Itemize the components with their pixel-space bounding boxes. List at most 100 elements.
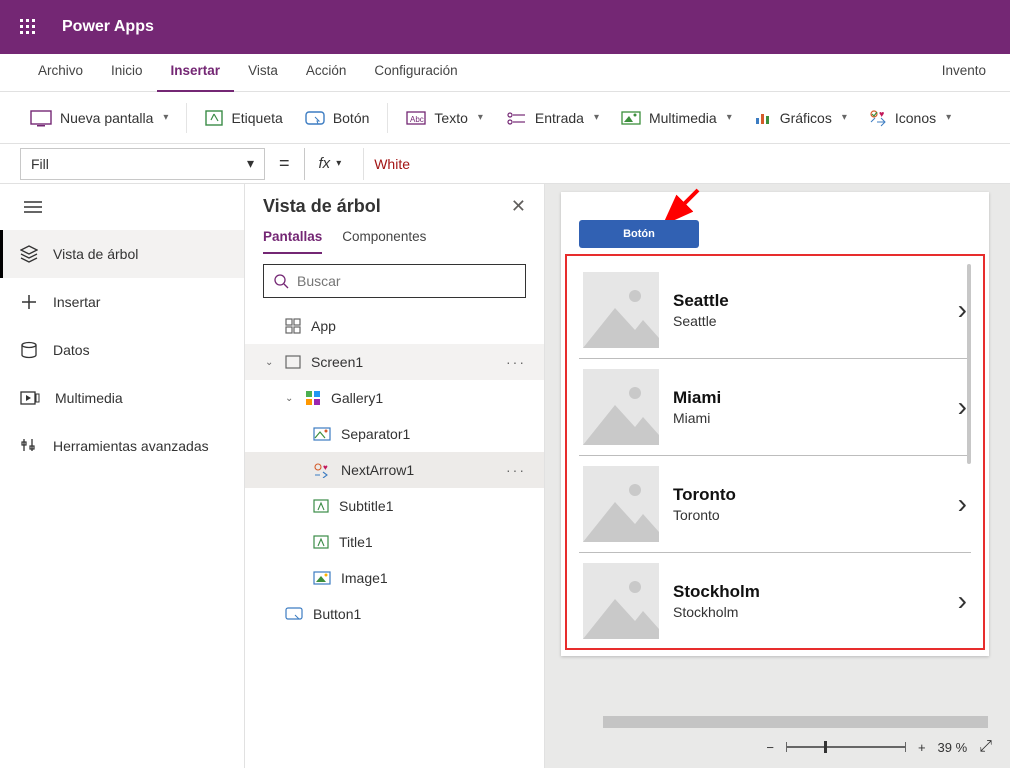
app-launcher-icon[interactable] [20, 19, 36, 35]
screen-icon [30, 109, 52, 127]
tree-pane: Vista de árbol ✕ Pantallas Componentes A… [245, 184, 545, 768]
separator-icon [313, 427, 331, 441]
gallery-item-title: Toronto [673, 485, 736, 505]
chevron-right-icon[interactable]: › [958, 294, 967, 326]
ribbon-media-label: Multimedia [649, 110, 717, 126]
zoom-controls: − + 39 % ⤢ [766, 738, 992, 756]
tree-node-image1[interactable]: Image1 [245, 560, 544, 596]
gallery-item-subtitle: Miami [673, 410, 721, 426]
menu-home[interactable]: Inicio [97, 54, 157, 92]
tree-tab-screens[interactable]: Pantallas [263, 229, 322, 254]
menu-insert[interactable]: Insertar [157, 54, 235, 92]
ribbon-text[interactable]: Abc Texto ▾ [396, 105, 493, 131]
equals-sign: = [273, 153, 296, 174]
more-icon[interactable]: ··· [506, 462, 526, 478]
ribbon-icons[interactable]: ♥ Iconos ▾ [859, 104, 961, 132]
nav-tree-view[interactable]: Vista de árbol [0, 230, 244, 278]
chevron-right-icon[interactable]: › [958, 391, 967, 423]
more-icon[interactable]: ··· [506, 354, 526, 370]
zoom-value: 39 % [938, 740, 968, 755]
tree-node-app[interactable]: App [245, 308, 544, 344]
ribbon-input[interactable]: Entrada ▾ [495, 105, 609, 131]
tree-node-button1[interactable]: Button1 [245, 596, 544, 632]
chevron-down-icon: ▾ [163, 112, 168, 123]
tree-node-title1[interactable]: Title1 [245, 524, 544, 560]
chevron-right-icon[interactable]: › [958, 585, 967, 617]
app-title: Power Apps [62, 18, 154, 36]
gallery-item[interactable]: Seattle Seattle › [579, 262, 971, 359]
ribbon-charts-label: Gráficos [780, 110, 832, 126]
screen-icon [285, 355, 301, 369]
fx-button[interactable]: fx ▾ [304, 148, 356, 180]
gallery-item[interactable]: Miami Miami › [579, 359, 971, 456]
gallery-item[interactable]: Toronto Toronto › [579, 456, 971, 553]
ribbon-label[interactable]: Etiqueta [195, 104, 292, 132]
gallery-item-subtitle: Stockholm [673, 604, 760, 620]
formula-input[interactable]: White [363, 148, 990, 180]
ribbon-button[interactable]: Botón [295, 105, 380, 131]
nav-data-label: Datos [53, 342, 90, 358]
close-icon[interactable]: ✕ [511, 196, 526, 217]
gallery-item-subtitle: Toronto [673, 507, 736, 523]
menu-config[interactable]: Configuración [360, 54, 471, 92]
tree-label: Gallery1 [331, 390, 383, 406]
nav-hamburger[interactable] [0, 184, 244, 230]
tree-tab-components[interactable]: Componentes [342, 229, 426, 254]
ribbon-charts[interactable]: Gráficos ▾ [744, 105, 857, 131]
icons-icon: ♥ [313, 462, 331, 478]
expand-icon[interactable]: ⤢ [979, 738, 992, 756]
nav-media[interactable]: Multimedia [0, 374, 244, 422]
canvas-scrollbar[interactable] [967, 264, 971, 464]
ribbon-new-screen-label: Nueva pantalla [60, 110, 153, 126]
label-icon [313, 499, 329, 513]
tree-node-gallery1[interactable]: ⌄ Gallery1 [245, 380, 544, 416]
nav-advanced[interactable]: Herramientas avanzadas [0, 422, 244, 470]
label-icon [205, 109, 223, 127]
ribbon-icons-label: Iconos [895, 110, 936, 126]
tree-node-screen1[interactable]: ⌄ Screen1 ··· [245, 344, 544, 380]
tree-search-input[interactable] [297, 273, 515, 289]
chevron-down-icon: ▾ [336, 158, 341, 169]
label-icon [313, 535, 329, 549]
tree-node-separator1[interactable]: Separator1 [245, 416, 544, 452]
fold-icon[interactable]: ⌄ [265, 357, 275, 368]
tree-label: Image1 [341, 570, 388, 586]
chevron-down-icon: ▾ [594, 112, 599, 123]
gallery-item[interactable]: Stockholm Stockholm › [579, 553, 971, 642]
chevron-right-icon[interactable]: › [958, 488, 967, 520]
app-header: Power Apps [0, 0, 1010, 54]
ribbon-media[interactable]: Multimedia ▾ [611, 105, 742, 131]
horizontal-scrollbar[interactable] [561, 716, 992, 728]
property-select-value: Fill [31, 156, 49, 172]
ribbon-text-label: Texto [434, 110, 467, 126]
canvas-area: Botón Seattle Seattle › Miami Miami › To… [545, 184, 1010, 768]
nav-data[interactable]: Datos [0, 326, 244, 374]
property-select[interactable]: Fill ▾ [20, 148, 265, 180]
button-icon [285, 607, 303, 621]
nav-tree-label: Vista de árbol [53, 246, 138, 262]
canvas[interactable]: Botón Seattle Seattle › Miami Miami › To… [561, 192, 989, 656]
database-icon [20, 341, 38, 359]
ribbon-input-label: Entrada [535, 110, 584, 126]
chevron-down-icon: ▾ [478, 112, 483, 123]
button-icon [305, 110, 325, 126]
gallery-selection[interactable]: Seattle Seattle › Miami Miami › Toronto … [565, 254, 985, 650]
menu-right[interactable]: Invento [928, 54, 986, 92]
ribbon-new-screen[interactable]: Nueva pantalla ▾ [20, 104, 178, 132]
menu-file[interactable]: Archivo [24, 54, 97, 92]
zoom-in-button[interactable]: + [918, 740, 926, 755]
svg-text:♥: ♥ [323, 463, 328, 472]
input-icon [505, 110, 527, 126]
fold-icon[interactable]: ⌄ [285, 393, 295, 404]
tree-node-nextarrow1[interactable]: ♥ NextArrow1 ··· [245, 452, 544, 488]
zoom-out-button[interactable]: − [766, 740, 774, 755]
nav-insert[interactable]: Insertar [0, 278, 244, 326]
tree-node-subtitle1[interactable]: Subtitle1 [245, 488, 544, 524]
status-bar: − + 39 % ⤢ [545, 710, 1010, 768]
tree-label: Separator1 [341, 426, 410, 442]
menu-action[interactable]: Acción [292, 54, 361, 92]
canvas-button[interactable]: Botón [579, 220, 699, 248]
zoom-slider[interactable] [786, 746, 906, 748]
menu-view[interactable]: Vista [234, 54, 292, 92]
tree-search[interactable] [263, 264, 526, 298]
